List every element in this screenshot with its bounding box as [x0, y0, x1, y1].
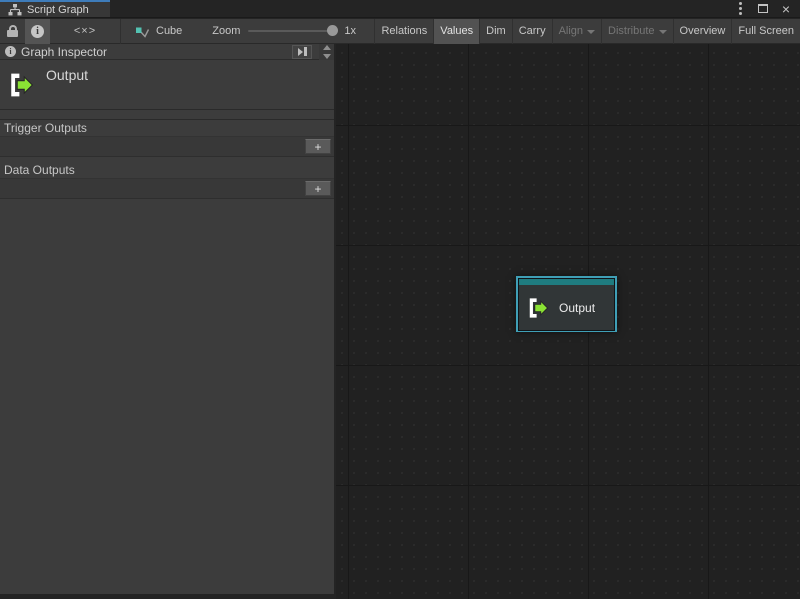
data-outputs-list: + — [0, 179, 334, 199]
graph-inspector-header: i Graph Inspector — [0, 44, 334, 60]
dim-button[interactable]: Dim — [479, 19, 512, 44]
graph-canvas[interactable]: Output — [336, 44, 800, 599]
fullscreen-button[interactable]: Full Screen — [731, 19, 800, 44]
lock-icon — [7, 25, 18, 37]
values-button[interactable]: Values — [433, 19, 479, 44]
output-node-body: Output — [518, 285, 615, 331]
add-data-output-button[interactable]: + — [305, 181, 331, 196]
tab-bar: Script Graph × — [0, 0, 800, 18]
code-icon: <×> — [74, 25, 96, 37]
graph-target-label: Cube — [156, 25, 182, 37]
relations-button[interactable]: Relations — [374, 19, 433, 44]
zoom-label: Zoom — [212, 25, 240, 37]
graph-target-button[interactable]: Cube — [121, 19, 196, 44]
graph-inspector-title: Graph Inspector — [21, 45, 107, 59]
output-node-header — [518, 278, 615, 285]
dock-panel-button[interactable] — [292, 45, 312, 59]
script-graph-window: Script Graph × i <×> Cube — [0, 0, 800, 599]
carry-button[interactable]: Carry — [512, 19, 552, 44]
inspector-toggle-button[interactable]: i — [25, 19, 50, 44]
zoom-slider[interactable] — [248, 30, 336, 32]
window-controls: × — [737, 0, 800, 17]
close-icon[interactable]: × — [782, 4, 790, 14]
graph-node-icon — [135, 25, 150, 38]
script-graph-icon — [8, 4, 22, 16]
distribute-dropdown[interactable]: Distribute — [601, 19, 672, 44]
zoom-control: Zoom 1x — [212, 25, 356, 37]
toolbar-right-group: Relations Values Dim Carry Align Distrib… — [374, 19, 800, 44]
trigger-outputs-header: Trigger Outputs — [0, 120, 334, 137]
zoom-value: 1x — [344, 25, 356, 37]
maximize-icon[interactable] — [758, 4, 768, 13]
scroll-down-icon[interactable] — [323, 54, 331, 59]
output-node[interactable]: Output — [516, 276, 617, 332]
tab-script-graph[interactable]: Script Graph — [0, 0, 110, 17]
graph-toolbar: i <×> Cube Zoom 1x Relations Values — [0, 19, 800, 44]
align-dropdown[interactable]: Align — [552, 19, 601, 44]
add-trigger-output-button[interactable]: + — [305, 139, 331, 154]
scroll-up-icon[interactable] — [323, 45, 331, 50]
lock-button[interactable] — [0, 19, 25, 44]
panel-scroll-spinner — [319, 44, 334, 60]
dock-arrow-icon — [298, 48, 303, 56]
chevron-down-icon — [587, 30, 595, 34]
data-outputs-header: Data Outputs — [0, 162, 334, 179]
output-unit-icon — [527, 296, 549, 320]
unit-title: Output — [46, 67, 88, 83]
zoom-slider-handle[interactable] — [327, 25, 338, 36]
unit-preview: Output — [0, 60, 334, 110]
output-node-label: Output — [559, 301, 595, 315]
info-icon: i — [31, 25, 44, 38]
trigger-outputs-list: + — [0, 137, 334, 157]
output-unit-icon — [8, 71, 34, 99]
section-divider — [0, 110, 334, 120]
info-icon: i — [5, 46, 16, 57]
more-menu-icon[interactable] — [739, 7, 742, 10]
edit-source-button[interactable]: <×> — [50, 19, 120, 44]
inspector-empty-area — [0, 199, 334, 594]
tab-title: Script Graph — [27, 4, 89, 16]
chevron-down-icon — [659, 30, 667, 34]
overview-button[interactable]: Overview — [673, 19, 732, 44]
graph-inspector-panel: i Graph Inspector Output Trigger Outputs… — [0, 44, 335, 599]
